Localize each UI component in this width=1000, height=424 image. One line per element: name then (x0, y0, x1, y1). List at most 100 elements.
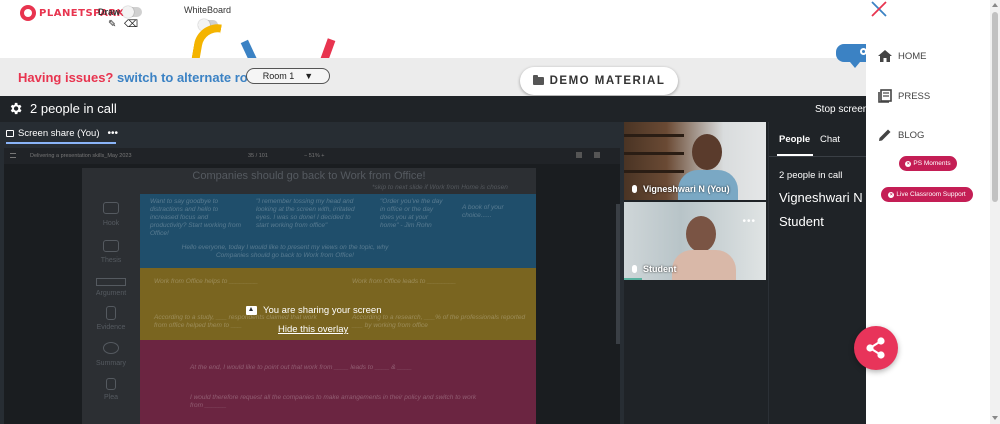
draw-toggle[interactable] (122, 6, 142, 18)
bookshelf (624, 152, 684, 155)
pill-label: Live Classroom Support (896, 191, 966, 198)
tab-screen-share[interactable]: Screen share (You) ••• (6, 125, 118, 142)
slide: Companies should go back to Work from Of… (82, 168, 536, 424)
home-icon (878, 50, 892, 62)
more-options-icon[interactable]: ••• (108, 128, 119, 139)
page: PLANETSPARK Draw ✎ ⌫ WhiteBoard Having i… (0, 0, 1000, 424)
meet-window: 2 people in call Stop screen Screen shar… (0, 96, 871, 424)
plea-text: I would therefore request all the compan… (190, 394, 477, 409)
evidence-icon (106, 306, 116, 320)
divider (769, 156, 867, 157)
pencil-icon[interactable]: ✎ (108, 19, 116, 30)
people-panel: People Chat 2 people in call Vigneshwari… (768, 122, 871, 424)
slide-band-hook-thesis: Want to say goodbye to distractions and … (140, 194, 536, 268)
top-bar: PLANETSPARK Draw ✎ ⌫ WhiteBoard (0, 0, 866, 37)
demo-material-label: DEMO MATERIAL (549, 75, 666, 87)
share-tab-label: Screen share (You) (18, 128, 100, 139)
room-select-value: Room 1 (262, 71, 295, 81)
screen-share-panel: Screen share (You) ••• Delivering a pres… (0, 122, 624, 424)
shared-slide-viewer: Delivering a presentation skills_May 202… (4, 148, 620, 424)
category-plea: Plea (103, 394, 118, 401)
participant-name-student: Student (632, 264, 677, 274)
meet-title: 2 people in call (30, 101, 117, 116)
scroll-thumb[interactable] (992, 12, 998, 202)
participant-head (686, 216, 716, 252)
chevron-down-icon: ▼ (304, 71, 314, 81)
present-screen-icon (246, 306, 257, 315)
demo-material-button[interactable]: DEMO MATERIAL (520, 67, 678, 95)
tab-chat[interactable]: Chat (820, 134, 840, 145)
gear-icon[interactable] (8, 101, 23, 116)
mic-icon (632, 265, 637, 273)
evidence-text-2: According to a research, ___% of the pro… (352, 314, 526, 329)
sidebar-item-blog[interactable]: BLOG (878, 128, 924, 142)
folder-icon (532, 75, 544, 85)
bookshelf (624, 170, 684, 173)
viewer-zoom: − 51% + (304, 153, 325, 159)
sidebar-item-label: BLOG (898, 129, 925, 141)
issues-bar: Having issues? switch to alternate room … (0, 58, 866, 96)
people-list-item: Vigneshwari N ( (779, 190, 871, 205)
participant-name-label: Student (643, 264, 677, 274)
scroll-down-icon[interactable] (992, 416, 998, 420)
tile-more-options-icon[interactable]: ••• (742, 216, 756, 227)
thesis-text: Hello everyone, today I would like to pr… (181, 244, 389, 259)
participant-name-self: Vigneshwari N (You) (632, 184, 730, 194)
summary-text: At the end, I would like to point out th… (190, 364, 412, 371)
people-list-item: Student (779, 214, 824, 229)
category-hook: Hook (102, 220, 120, 227)
mic-icon (632, 185, 637, 193)
switch-room-link[interactable]: switch to alternate room (117, 70, 267, 85)
tab-people[interactable]: People (779, 134, 810, 145)
share-button[interactable] (854, 326, 898, 370)
participant-tile-student[interactable]: ••• Student (624, 202, 766, 280)
pencil-icon (879, 129, 891, 141)
sidebar-item-home[interactable]: HOME (878, 50, 927, 62)
category-thesis: Thesis (100, 257, 122, 264)
hide-overlay-link[interactable]: Hide this overlay (278, 324, 348, 335)
scroll-up-icon[interactable] (992, 3, 998, 7)
draw-label: Draw (98, 7, 121, 17)
hook-icon (103, 202, 119, 214)
viewer-scrollbar[interactable] (616, 204, 620, 344)
stop-screen-button[interactable]: Stop screen (815, 104, 868, 115)
sidebar-item-label: PRESS (898, 90, 931, 102)
room-select[interactable]: Room 1 ▼ (246, 68, 330, 84)
slide-skip-note: *skip to next slide if Work from Home is… (372, 184, 508, 191)
hook-text-3: "Order you've the day in office or the d… (380, 198, 443, 229)
close-circle-icon: × (905, 160, 912, 167)
monitor-icon (6, 130, 14, 137)
slide-band-summary-plea: At the end, I would like to point out th… (140, 340, 536, 424)
category-evidence: Evidence (96, 324, 126, 331)
viewer-page-count: 35 / 101 (248, 153, 268, 159)
participant-head (692, 134, 722, 170)
close-circle-icon: × (888, 191, 895, 198)
slide-categories: Hook Thesis Argument Evidence Summary Pl… (82, 194, 140, 424)
viewer-download-print-icon (576, 152, 600, 158)
logo-mark-icon (20, 5, 36, 21)
category-summary: Summary (96, 360, 126, 367)
slide-title: Companies should go back to Work from Of… (192, 170, 426, 182)
live-classroom-support-button[interactable]: × Live Classroom Support (881, 187, 973, 202)
argument-icon (96, 278, 126, 286)
thesis-icon (103, 240, 119, 252)
issues-text: Having issues? switch to alternate room (18, 70, 267, 85)
press-icon (878, 89, 892, 103)
meet-header: 2 people in call Stop screen (0, 96, 868, 122)
viewer-toolbar: Delivering a presentation skills_May 202… (4, 148, 620, 164)
category-argument: Argument (95, 290, 127, 297)
participant-tile-self[interactable]: Vigneshwari N (You) (624, 122, 766, 200)
eraser-icon[interactable]: ⌫ (124, 19, 138, 30)
viewer-menu-icon (10, 153, 16, 158)
share-icon (866, 337, 885, 359)
sidebar-item-press[interactable]: PRESS (878, 89, 930, 103)
participant-name-label: Vigneshwari N (You) (643, 184, 730, 194)
ps-moments-button[interactable]: × PS Moments (899, 156, 957, 171)
hook-text-4: A book of your choice...... (462, 204, 504, 219)
whiteboard-label: WhiteBoard (184, 5, 232, 15)
argument-text-1: Work from Office helps to ________ (154, 278, 259, 285)
active-tab-underline (6, 142, 116, 144)
viewer-title: Delivering a presentation skills_May 202… (30, 153, 132, 159)
close-icon[interactable] (870, 0, 888, 18)
hook-text-1: Want to say goodbye to distractions and … (150, 198, 242, 237)
